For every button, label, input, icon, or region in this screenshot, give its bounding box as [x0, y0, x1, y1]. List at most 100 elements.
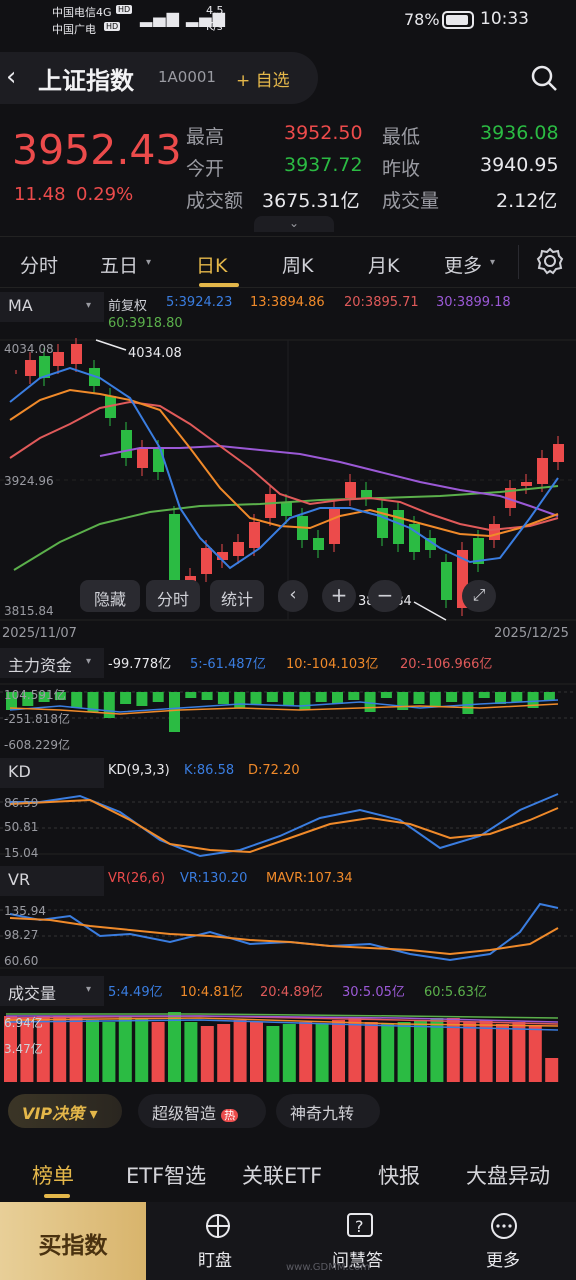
vip-decision-button[interactable]: VIP决策 ▾: [8, 1094, 122, 1128]
watch-button[interactable]: 盯盘: [198, 1246, 232, 1271]
date-start: 2025/11/07: [2, 626, 77, 641]
volume-bar: [200, 1026, 214, 1082]
vr-param: VR(26,6): [108, 871, 166, 886]
vr-y3: 60.60: [4, 954, 39, 968]
battery-icon: [442, 11, 474, 29]
kd-k: K:86.58: [184, 763, 235, 778]
caret-icon-5: ▾: [86, 984, 92, 995]
price-change: 11.48: [14, 184, 66, 205]
stock-code: 1A0001: [158, 68, 216, 86]
tab-news[interactable]: 快报: [378, 1160, 420, 1190]
volume-bar: [266, 1026, 280, 1082]
tab-etf-select[interactable]: ETF智选: [126, 1160, 206, 1190]
volume-bar: [118, 1016, 132, 1082]
vr-selector[interactable]: VR: [0, 866, 104, 896]
add-watchlist-button[interactable]: + 自选: [236, 66, 290, 91]
ma5-value: 5:3924.23: [166, 295, 233, 310]
expand-chevron-icon[interactable]: ⌄: [254, 216, 334, 232]
zoom-in-icon[interactable]: +: [322, 580, 356, 612]
tab-more[interactable]: 更多: [444, 251, 482, 278]
bottom-tab-indicator: [44, 1194, 70, 1198]
kd-y3: 15.04: [4, 846, 39, 860]
period-tabs: 分时 五日 ▾ 日K 周K 月K 更多 ▾: [0, 236, 576, 288]
funds-bar: [413, 692, 425, 704]
back-icon[interactable]: ‹: [6, 62, 16, 92]
tab-ranking[interactable]: 榜单: [32, 1160, 74, 1190]
funds-bar: [543, 692, 555, 700]
volume-bar: [299, 1022, 313, 1082]
funds-bar: [185, 692, 197, 698]
tab-weekly-k[interactable]: 周K: [282, 251, 313, 278]
hot-badge: 热: [221, 1109, 239, 1122]
smart-label: 超级智造: [152, 1104, 217, 1123]
funds-bar: [462, 692, 474, 714]
funds-bar: [136, 692, 148, 706]
net-unit: K/s: [206, 20, 223, 33]
tab-daily-k[interactable]: 日K: [196, 251, 227, 278]
caret-icon: ▾: [146, 257, 152, 268]
volume-bar: [184, 1022, 198, 1082]
kd-header: KD KD(9,3,3) K:86.58 D:72.20: [0, 758, 576, 788]
volume-chart: [4, 1012, 559, 1082]
volume-label: 成交量: [382, 190, 440, 212]
vip-label: VIP决策: [22, 1104, 85, 1123]
caret-icon-2: ▾: [490, 257, 496, 268]
funds-value: -99.778亿: [108, 657, 172, 672]
funds-bar: [120, 692, 132, 704]
strategy-row: VIP决策 ▾ 超级智造 热 神奇九转: [0, 1094, 576, 1128]
prev-close-value: 3940.95: [480, 154, 559, 176]
tab-five-day[interactable]: 五日: [100, 251, 138, 278]
vr-chart: [0, 902, 576, 969]
more-dots-icon: [491, 1213, 517, 1239]
fq-label[interactable]: 前复权: [108, 295, 147, 314]
smart-manufacturing-button[interactable]: 超级智造 热: [138, 1094, 266, 1128]
intraday-button[interactable]: 分时: [146, 580, 200, 612]
volume-bar: [315, 1024, 329, 1082]
more-button[interactable]: 更多: [486, 1246, 520, 1271]
status-bar: 中国电信4G HD 中国广电 HD ▂▄▆ ▂▄▆ 4.5 K/s 78% 10…: [0, 0, 576, 40]
volume-bar: [381, 1024, 395, 1082]
volume-bar: [168, 1012, 181, 1082]
settings-gear-icon[interactable]: [536, 247, 564, 275]
volume-bar: [414, 1020, 427, 1082]
zoom-out-icon[interactable]: −: [368, 580, 402, 612]
funds-bar: [201, 692, 213, 700]
chevron-left-icon[interactable]: ‹: [278, 580, 308, 612]
vr-y2: 98.27: [4, 928, 39, 942]
kd-y1: 86.59: [4, 796, 39, 810]
y-axis-top: 4034.08: [4, 342, 54, 356]
volume-bar: [53, 1016, 67, 1082]
funds-chart: [0, 683, 576, 732]
buy-index-button[interactable]: 买指数: [0, 1202, 146, 1280]
search-icon[interactable]: [530, 64, 558, 92]
funds-bar: [478, 692, 490, 698]
kd-y2: 50.81: [4, 820, 39, 834]
hide-button[interactable]: 隐藏: [80, 580, 140, 612]
tab-related-etf[interactable]: 关联ETF: [242, 1160, 322, 1190]
header: ‹ 上证指数 1A0001 + 自选: [0, 52, 576, 104]
volume-bar: [135, 1018, 149, 1082]
kd-selector[interactable]: KD: [0, 758, 104, 788]
carrier-2: 中国广电: [52, 23, 96, 36]
volume-bar: [348, 1018, 362, 1082]
tab-monthly-k[interactable]: 月K: [368, 251, 399, 278]
net-speed: 4.5: [206, 4, 224, 17]
vr-y1: 135.94: [4, 904, 46, 918]
stats-button[interactable]: 统计: [210, 580, 264, 612]
volume-bar: [528, 1026, 542, 1082]
volume-bar: [217, 1024, 231, 1082]
vol-60: 60:5.63亿: [424, 985, 487, 1000]
title-box: ‹ 上证指数 1A0001 + 自选: [0, 52, 318, 104]
battery-percent: 78%: [404, 10, 440, 29]
volume-bar: [397, 1022, 411, 1082]
fullscreen-icon[interactable]: ⤢: [462, 580, 496, 612]
magic-nine-button[interactable]: 神奇九转: [276, 1094, 380, 1128]
tab-market-moves[interactable]: 大盘异动: [466, 1160, 550, 1190]
ma20-value: 20:3895.71: [344, 295, 419, 310]
low-label: 最低: [382, 126, 421, 148]
amount-value: 3675.31亿: [262, 190, 360, 212]
price-change-pct: 0.29%: [76, 184, 134, 205]
open-label: 今开: [186, 158, 225, 180]
tab-intraday[interactable]: 分时: [20, 251, 58, 278]
question-icon: ?: [347, 1213, 373, 1237]
